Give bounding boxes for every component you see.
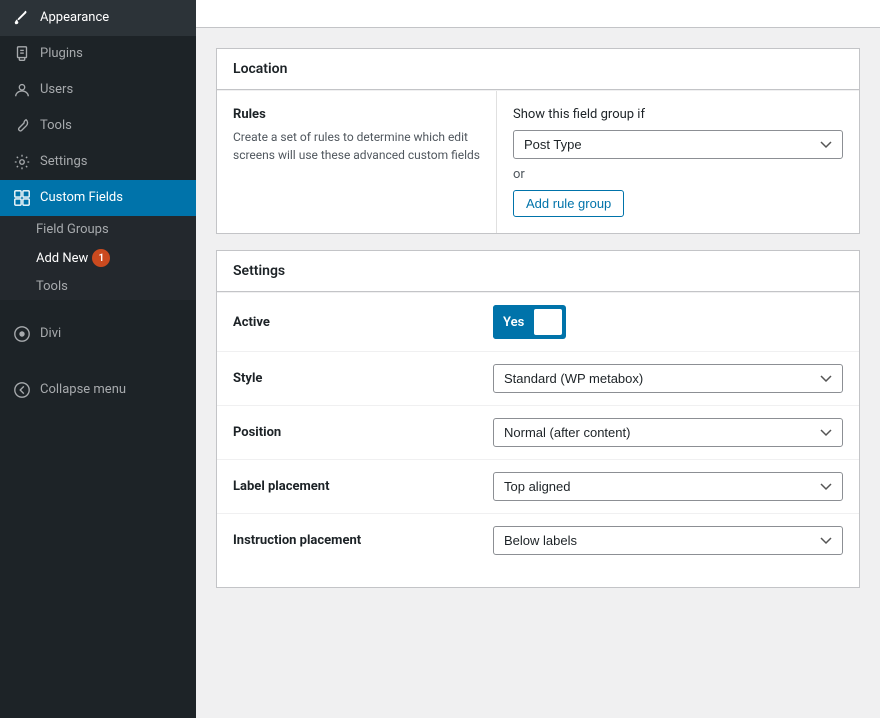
rules-desc: Create a set of rules to determine which… [233, 128, 480, 164]
add-new-badge: 1 [92, 249, 110, 267]
sidebar-item-custom-fields[interactable]: Custom Fields [0, 180, 196, 216]
add-rule-group-button[interactable]: Add rule group [513, 190, 624, 217]
or-text: or [513, 167, 843, 182]
collapse-menu-label: Collapse menu [40, 381, 126, 399]
sidebar-item-tools-label: Tools [40, 117, 72, 135]
sidebar-item-users[interactable]: Users [0, 72, 196, 108]
location-panel: Location Rules Create a set of rules to … [216, 48, 860, 234]
rules-label: Rules [233, 107, 480, 122]
label-placement-select[interactable]: Top aligned Left aligned [493, 472, 843, 501]
location-right: Show this field group if Post Type Page … [497, 91, 859, 233]
settings-row-instruction-placement: Instruction placement Below labels Below… [217, 513, 859, 567]
sidebar-item-divi-label: Divi [40, 325, 61, 343]
active-value: Yes [493, 305, 843, 339]
settings-panel-header: Settings [217, 251, 859, 292]
position-label: Position [233, 425, 493, 440]
submenu-field-groups[interactable]: Field Groups [0, 216, 196, 243]
plugin-icon [12, 44, 32, 64]
sidebar-item-divi[interactable]: Divi [0, 316, 196, 352]
label-placement-label: Label placement [233, 479, 493, 494]
sidebar-item-plugins[interactable]: Plugins [0, 36, 196, 72]
panel-bottom-spacer [217, 567, 859, 587]
instruction-placement-value: Below labels Below fields [493, 526, 843, 555]
toggle-thumb [534, 309, 562, 335]
location-row: Rules Create a set of rules to determine… [217, 90, 859, 233]
users-icon [12, 80, 32, 100]
wrench-icon [12, 116, 32, 136]
active-toggle[interactable]: Yes [493, 305, 566, 339]
toggle-yes-label: Yes [493, 305, 534, 339]
sidebar-item-appearance[interactable]: Appearance [0, 0, 196, 36]
sidebar-item-plugins-label: Plugins [40, 45, 83, 63]
style-value: Standard (WP metabox) Seamless (no metab… [493, 364, 843, 393]
post-type-select[interactable]: Post Type Page Type User Form Taxonomy T… [513, 130, 843, 159]
style-label: Style [233, 371, 493, 386]
instruction-placement-select[interactable]: Below labels Below fields [493, 526, 843, 555]
sidebar-item-tools[interactable]: Tools [0, 108, 196, 144]
submenu-add-new[interactable]: Add New 1 [0, 243, 196, 273]
settings-row-style: Style Standard (WP metabox) Seamless (no… [217, 351, 859, 405]
sidebar-item-users-label: Users [40, 81, 73, 99]
position-select[interactable]: Normal (after content) Side High (after … [493, 418, 843, 447]
settings-panel: Settings Active Yes Style Standard (WP m… [216, 250, 860, 588]
grid-icon [12, 188, 32, 208]
label-placement-value: Top aligned Left aligned [493, 472, 843, 501]
settings-row-active: Active Yes [217, 292, 859, 351]
divi-icon [12, 324, 32, 344]
style-select[interactable]: Standard (WP metabox) Seamless (no metab… [493, 364, 843, 393]
gear-icon [12, 152, 32, 172]
custom-fields-submenu: Field Groups Add New 1 Tools [0, 216, 196, 300]
sidebar-item-settings[interactable]: Settings [0, 144, 196, 180]
collapse-menu-item[interactable]: Collapse menu [0, 372, 196, 408]
settings-row-position: Position Normal (after content) Side Hig… [217, 405, 859, 459]
location-left: Rules Create a set of rules to determine… [217, 91, 497, 233]
settings-row-label-placement: Label placement Top aligned Left aligned [217, 459, 859, 513]
submenu-tools[interactable]: Tools [0, 273, 196, 300]
main-content: Location Rules Create a set of rules to … [196, 0, 880, 718]
location-panel-header: Location [217, 49, 859, 90]
top-bar [196, 0, 880, 28]
sidebar-item-custom-fields-label: Custom Fields [40, 189, 123, 207]
sidebar-item-settings-label: Settings [40, 153, 87, 171]
active-label: Active [233, 315, 493, 330]
collapse-icon [12, 380, 32, 400]
sidebar: Appearance Plugins Users Tools Settings … [0, 0, 196, 718]
sidebar-item-appearance-label: Appearance [40, 9, 109, 27]
position-value: Normal (after content) Side High (after … [493, 418, 843, 447]
brush-icon [12, 8, 32, 28]
instruction-placement-label: Instruction placement [233, 533, 493, 548]
show-field-group-label: Show this field group if [513, 107, 843, 122]
